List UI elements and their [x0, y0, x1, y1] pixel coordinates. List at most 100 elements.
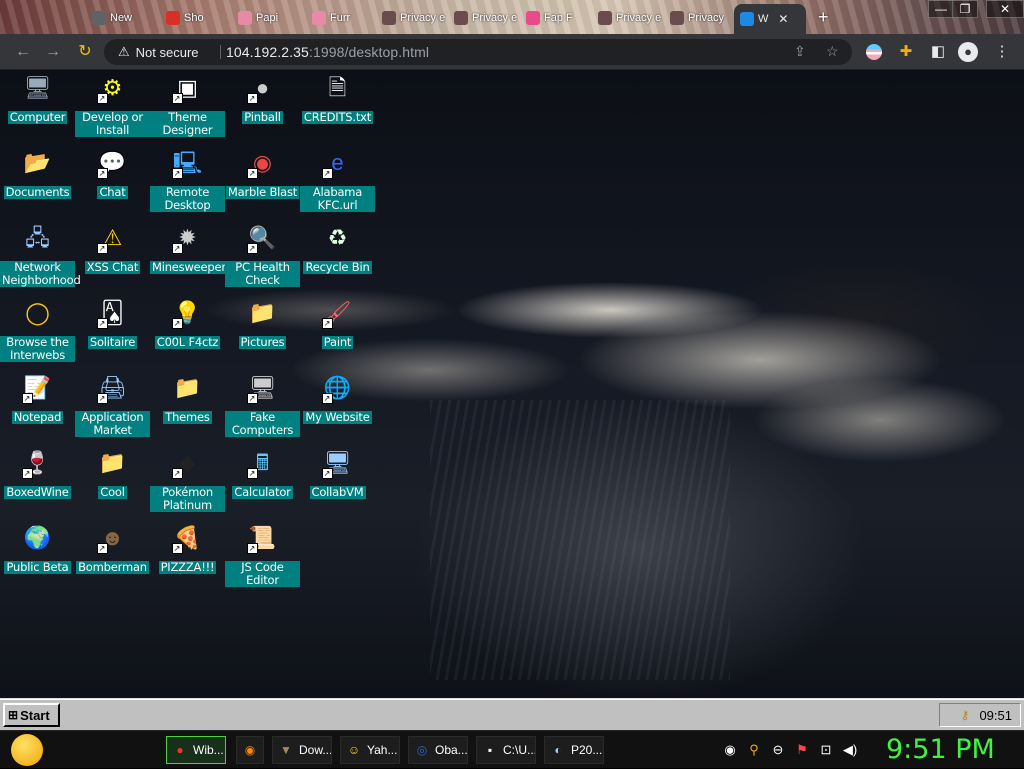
desktop-icon-label: Marble Blast	[225, 185, 300, 199]
desktop-icon-browser[interactable]: ◯ Browse the Interwebs	[0, 295, 75, 370]
desktop-icon-text-file[interactable]: 🗎 CREDITS.txt	[300, 70, 375, 145]
tray-flag-icon[interactable]: ⚑	[794, 741, 810, 759]
tray-minus-icon[interactable]: ⊖	[770, 741, 786, 759]
tab-active[interactable]: W ✕	[734, 4, 806, 34]
browser-menu-icon[interactable]: ⋮	[992, 42, 1012, 62]
key-icon[interactable]: ⚷	[961, 708, 970, 722]
tab-3[interactable]: Furr	[306, 6, 376, 30]
desktop-icon-pinball[interactable]: ● ↗ Pinball	[225, 70, 300, 145]
desktop-icon-internet-shortcut[interactable]: e ↗ Alabama KFC.url	[300, 145, 375, 220]
host-task-yahoo[interactable]: ☺ Yah...	[340, 736, 400, 764]
tab-1[interactable]: Sho	[160, 6, 230, 30]
desktop-icon-remote-desktop[interactable]: 🖳 ↗ Remote Desktop	[150, 145, 225, 220]
yahoo-icon: ☺	[347, 743, 361, 757]
tab-8[interactable]: Privacy	[664, 6, 734, 30]
desktop-icon-setup[interactable]: ⚙ ↗ Develop or Install	[75, 70, 150, 145]
desktop-icon-network[interactable]: 🖧 Network Neighborhood	[0, 220, 81, 295]
forward-button[interactable]: →	[42, 41, 64, 63]
tray-search-icon[interactable]: ⚲	[746, 741, 762, 759]
desktop-icon-mine[interactable]: ✹ ↗ Minesweeper	[150, 220, 226, 295]
desktop-icon-bomberman[interactable]: ☻ ↗ Bomberman	[75, 520, 150, 595]
host-task-download[interactable]: ▼ Dow...	[272, 736, 332, 764]
desktop-icon-computer[interactable]: 🖥 Computer	[0, 70, 75, 145]
desktop-icon-marble[interactable]: ◉ ↗ Marble Blast	[225, 145, 300, 220]
desktop-icon-notepad[interactable]: 📝 ↗ Notepad	[0, 370, 75, 445]
desktop-icon-recycle-bin[interactable]: ♻ Recycle Bin	[300, 220, 375, 295]
desktop-icon-label: PIZZZA!!!	[158, 560, 217, 574]
desktop-icon-folder[interactable]: 📁 Cool	[75, 445, 150, 520]
url-path: :1998/desktop.html	[308, 44, 430, 60]
tab-4[interactable]: Privacy e	[376, 6, 446, 30]
tab-7[interactable]: Privacy e	[592, 6, 662, 30]
restore-button[interactable]: ❐	[952, 0, 978, 18]
desktop-area[interactable]: 🖥 Computer ⚙ ↗ Develop or Install ▣ ↗ Theme Des…	[0, 70, 1024, 698]
desktop-icon-pokemon[interactable]: ◆ ↗ Pokémon Platinum	[150, 445, 225, 520]
shortcut-arrow-icon: ↗	[171, 243, 183, 254]
desktop-icon-cards[interactable]: 🂡 ↗ Solitaire	[75, 295, 150, 370]
cmd-icon: ▪	[487, 743, 493, 757]
desktop-icon-folder[interactable]: 📁 Pictures	[225, 295, 300, 370]
host-task-cmd[interactable]: ▪ C:\U...	[476, 736, 536, 764]
tab-close-icon[interactable]: ✕	[778, 12, 788, 26]
desktop-icon-code-editor[interactable]: 📜 ↗ JS Code Editor	[225, 520, 300, 595]
host-task-chrome[interactable]: ● Wib...	[166, 736, 226, 764]
desktop-icon-fake-computer[interactable]: 🖥 ↗ Fake Computers	[225, 370, 300, 445]
tab-6[interactable]: Fap F	[520, 6, 590, 30]
url-text[interactable]: 104.192.2.35:1998/desktop.html	[226, 44, 429, 60]
internet-shortcut-icon: e ↗	[321, 147, 354, 179]
desktop-icon-health-check[interactable]: 🔍 ↗ PC Health Check	[225, 220, 300, 295]
site-security-indicator[interactable]: ⚠ Not secure	[118, 44, 199, 60]
market-icon: 🖨 ↗	[96, 372, 129, 404]
side-panel-icon[interactable]: ◧	[928, 42, 948, 62]
host-clock[interactable]: 9:51 PM	[886, 733, 1018, 767]
desktop-icon-label: Network Neighborhood	[0, 260, 81, 287]
host-task-firefox[interactable]: ◉	[236, 736, 264, 764]
host-task-obama[interactable]: ◎ Oba...	[408, 736, 468, 764]
tab-label: Privacy e	[400, 12, 446, 24]
desktop-icon-calculator[interactable]: 🖩 ↗ Calculator	[225, 445, 300, 520]
desktop-icon-wine[interactable]: 🍷 ↗ BoxedWine	[0, 445, 75, 520]
extensions-puzzle-icon[interactable]: ✚	[896, 42, 916, 62]
desktop-icon-chat-bubble[interactable]: 💬 ↗ Chat	[75, 145, 150, 220]
reload-button[interactable]: ↻	[74, 41, 96, 63]
desktop-icon-pizza[interactable]: 🍕 ↗ PIZZZA!!!	[150, 520, 225, 595]
desktop-icon-market[interactable]: 🖨 ↗ Application Market	[75, 370, 150, 445]
desktop-icon-chat-warning[interactable]: ⚠ ↗ XSS Chat	[75, 220, 150, 295]
extension-flag-icon[interactable]	[864, 42, 884, 62]
host-start-button[interactable]	[6, 731, 48, 769]
share-icon[interactable]: ⇪	[794, 43, 806, 60]
desktop-icon-bulb[interactable]: 💡 ↗ C00L F4ctz	[150, 295, 225, 370]
address-bar[interactable]: ⚠ Not secure 104.192.2.35:1998/desktop.h…	[104, 39, 852, 65]
desktop-icon-label: Chat	[97, 185, 128, 199]
close-window-button[interactable]: ✕	[986, 0, 1024, 18]
code-editor-icon: 📜 ↗	[246, 522, 279, 554]
tab-0[interactable]: New	[86, 6, 156, 30]
paint-icon: ◐	[554, 743, 562, 757]
tab-2[interactable]: Papi	[232, 6, 302, 30]
tab-label: Fap F	[544, 12, 573, 24]
bookmark-star-icon[interactable]: ☆	[826, 43, 839, 60]
desktop-icon-label: Themes	[163, 410, 212, 424]
desktop-icon-paint[interactable]: 🖌 ↗ Paint	[300, 295, 375, 370]
desktop-icon-folder[interactable]: 📁 Themes	[150, 370, 225, 445]
host-task-paint[interactable]: ◐ P20...	[544, 736, 604, 764]
minimize-button[interactable]: —	[928, 0, 954, 18]
tab-favicon-icon	[598, 11, 612, 25]
tray-network-icon[interactable]: ⊡	[818, 741, 834, 759]
tab-5[interactable]: Privacy e	[448, 6, 518, 30]
win98-clock[interactable]: 09:51	[979, 708, 1012, 723]
desktop-icon-label: CREDITS.txt	[301, 110, 374, 124]
tray-obama-icon[interactable]: ◉	[722, 741, 738, 759]
bulb-icon: 💡 ↗	[171, 297, 204, 329]
desktop-icon-globe[interactable]: 🌐 ↗ My Website	[300, 370, 375, 445]
desktop-icon-public-beta[interactable]: 🌍 Public Beta	[0, 520, 75, 595]
desktop-icon-folder-open[interactable]: 📂 Documents	[0, 145, 75, 220]
profile-avatar-icon[interactable]: ●	[958, 42, 978, 62]
desktop-icon-label: My Website	[303, 410, 372, 424]
new-tab-button[interactable]: +	[818, 7, 829, 28]
tray-volume-icon[interactable]: ◀)	[842, 741, 858, 759]
start-button[interactable]: ⊞ Start	[3, 703, 60, 727]
desktop-icon-collabvm[interactable]: 🖥 ↗ CollabVM	[300, 445, 375, 520]
desktop-icon-window[interactable]: ▣ ↗ Theme Designer	[150, 70, 225, 145]
back-button[interactable]: ←	[12, 41, 34, 63]
